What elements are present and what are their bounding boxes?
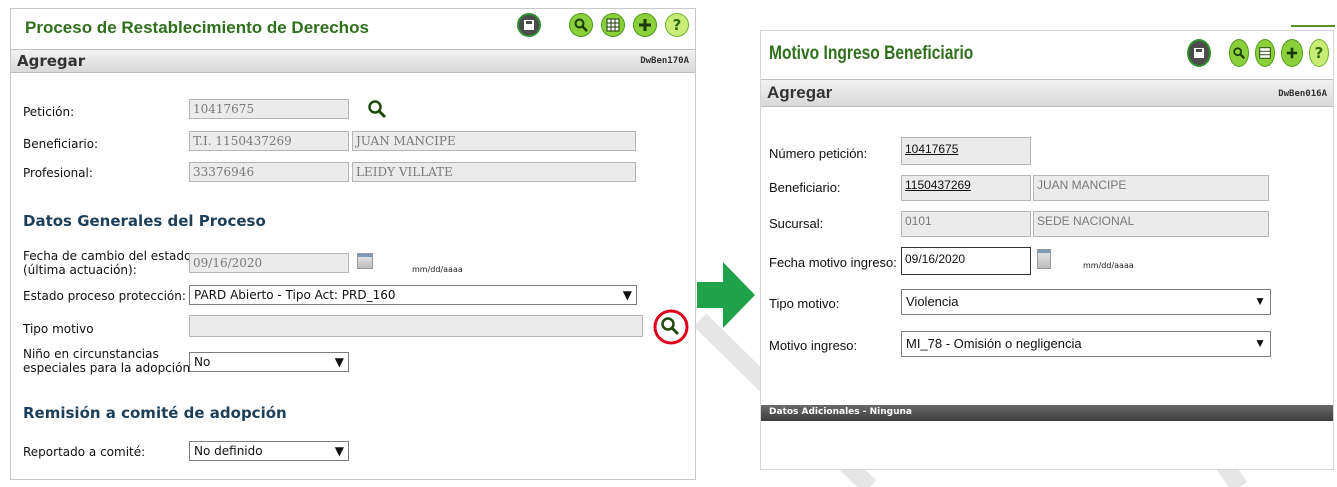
date-format-hint: mm/dd/aaaa [1083, 261, 1134, 270]
chevron-down-icon: ▼ [1254, 294, 1266, 308]
save-icon[interactable] [1187, 39, 1211, 67]
nino-label-line1: Niño en circunstancias [23, 347, 159, 361]
beneficiario-doc-value[interactable]: 1150437269 [905, 178, 971, 192]
tipo-select[interactable]: Violencia ▼ [901, 289, 1271, 315]
nino-value: No [194, 355, 211, 369]
calendar-icon[interactable] [1037, 249, 1051, 269]
form-code: DwBen170A [640, 56, 689, 66]
beneficiario-doc-field: 1150437269 [901, 175, 1031, 201]
datos-adicionales-bar[interactable]: Datos Adicionales - Ninguna [761, 405, 1333, 421]
reportado-label: Reportado a comité: [23, 445, 146, 459]
motivo-value: MI_78 - Omisión o negligencia [906, 336, 1082, 351]
numero-value[interactable]: 10417675 [905, 142, 958, 156]
search-icon[interactable] [1229, 39, 1249, 67]
peticion-field: 10417675 [189, 99, 349, 119]
nino-label-line2: especiales para la adopción [23, 361, 191, 375]
reportado-value: No definido [194, 444, 263, 458]
profesional-label: Profesional: [23, 166, 93, 180]
reportado-select[interactable]: No definido ▼ [189, 441, 349, 461]
fecha-field[interactable]: 09/16/2020 [901, 247, 1031, 275]
beneficiario-name-field: JUAN MANCIPE [352, 131, 636, 151]
help-icon[interactable]: ? [665, 13, 689, 37]
estado-select[interactable]: PARD Abierto - Tipo Act: PRD_160 ▼ [189, 285, 637, 305]
beneficiario-label: Beneficiario: [769, 180, 841, 195]
tipo-value: Violencia [906, 294, 959, 309]
mode-label: Agregar [17, 52, 86, 70]
estado-label: Estado proceso protección: [23, 289, 186, 303]
tipo-motivo-label: Tipo motivo [23, 322, 94, 336]
beneficiario-label: Beneficiario: [23, 137, 99, 151]
peticion-label: Petición: [23, 105, 75, 119]
chevron-down-icon: ▼ [622, 288, 632, 302]
chevron-down-icon: ▼ [334, 444, 344, 458]
add-icon[interactable] [633, 13, 657, 37]
fecha-field: 09/16/2020 [189, 253, 349, 273]
chevron-down-icon: ▼ [1254, 336, 1266, 350]
form-code: DwBen016A [1278, 89, 1327, 99]
subheader-bar: Agregar DwBen016A [761, 79, 1333, 107]
sucursal-code-field: 0101 [901, 211, 1031, 237]
sucursal-label: Sucursal: [769, 216, 824, 231]
section-datos-generales: Datos Generales del Proceso [23, 212, 266, 230]
search-peticion-icon[interactable] [367, 99, 387, 119]
numero-label: Número petición: [769, 146, 868, 161]
tipo-label: Tipo motivo: [769, 296, 840, 311]
nino-select[interactable]: No ▼ [189, 352, 349, 372]
page-title: Motivo Ingreso Beneficiario [769, 43, 974, 64]
date-format-hint: mm/dd/aaaa [412, 265, 463, 274]
beneficiario-doc-field: T.I. 1150437269 [189, 131, 349, 151]
motivo-label: Motivo ingreso: [769, 338, 858, 353]
search-icon[interactable] [569, 13, 593, 37]
calendar-icon[interactable] [357, 253, 373, 269]
numero-field: 10417675 [901, 137, 1031, 165]
search-tipo-motivo-icon[interactable] [651, 307, 691, 347]
right-form-panel: Motivo Ingreso Beneficiario ? Agregar Dw… [760, 25, 1335, 470]
calendar-list-icon[interactable] [1255, 39, 1275, 67]
subheader-bar: Agregar DwBen170A [11, 49, 695, 73]
beneficiario-name-field: JUAN MANCIPE [1033, 175, 1269, 201]
left-form-panel: Proceso de Restablecimiento de Derechos … [10, 8, 696, 480]
fecha-label-line2: (última actuación): [23, 263, 137, 277]
page-title: Proceso de Restablecimiento de Derechos [25, 18, 369, 37]
help-icon[interactable]: ? [1309, 39, 1329, 67]
section-remision: Remisión a comité de adopción [23, 404, 287, 422]
chevron-down-icon: ▼ [334, 355, 344, 369]
save-icon[interactable] [517, 13, 541, 37]
toolbar: ? [1187, 39, 1329, 67]
mode-label: Agregar [767, 83, 833, 102]
estado-value: PARD Abierto - Tipo Act: PRD_160 [194, 288, 396, 302]
toolbar: ? [517, 13, 689, 37]
profesional-doc-field: 33376946 [189, 162, 349, 182]
add-icon[interactable] [1281, 39, 1303, 67]
sucursal-name-field: SEDE NACIONAL [1033, 211, 1269, 237]
calendar-list-icon[interactable] [601, 13, 625, 37]
motivo-select[interactable]: MI_78 - Omisión o negligencia ▼ [901, 331, 1271, 357]
transition-arrow-icon [697, 262, 755, 328]
corner-accent [1291, 25, 1335, 27]
fecha-label: Fecha motivo ingreso: [769, 255, 897, 270]
profesional-name-field: LEIDY VILLATE [352, 162, 636, 182]
tipo-motivo-field [189, 315, 643, 337]
fecha-label-line1: Fecha de cambio del estado [23, 249, 192, 263]
